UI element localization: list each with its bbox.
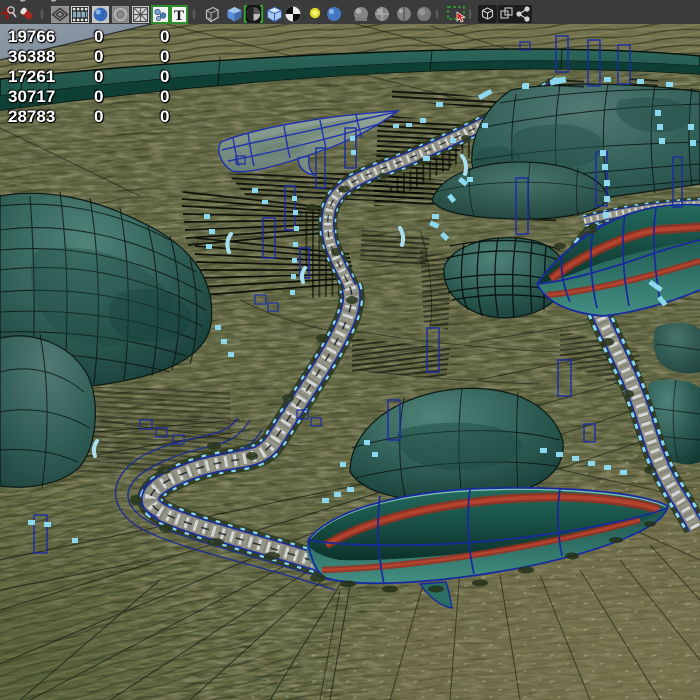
- svg-text:T: T: [174, 8, 184, 24]
